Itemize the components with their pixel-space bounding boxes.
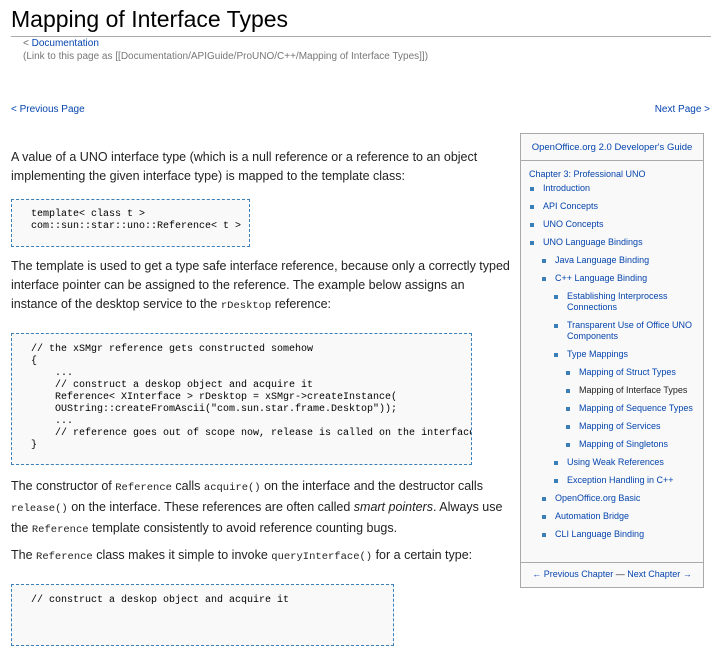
inline-code-release: release() — [11, 503, 68, 515]
toc-bullet-icon — [554, 295, 558, 299]
sidebar-toc-item[interactable]: CLI Language Binding — [521, 529, 703, 540]
toc-bullet-icon — [530, 205, 534, 209]
next-chapter-link[interactable]: Next Chapter → — [627, 569, 692, 579]
sidebar-toc-item-label: Introduction — [543, 183, 591, 193]
sidebar-toc-item[interactable]: UNO Concepts — [521, 219, 703, 230]
sidebar-toc-item[interactable]: Mapping of Interface Types — [521, 385, 703, 396]
sidebar-toc-item-label: Exception Handling in C++ — [567, 475, 674, 485]
sidebar-toc-item[interactable]: C++ Language Binding — [521, 273, 703, 284]
toc-bullet-icon — [566, 389, 570, 393]
emphasis-smart-pointers: smart pointers — [353, 500, 433, 514]
sidebar-toc-item-label: UNO Language Bindings — [543, 237, 643, 247]
sidebar-toc-item[interactable]: API Concepts — [521, 201, 703, 212]
paragraph-smart-pointers: The constructor of Reference calls acqui… — [11, 477, 511, 540]
sidebar-chapter-link[interactable]: Chapter 3: Professional UNO — [529, 169, 646, 179]
title-divider — [11, 36, 711, 37]
toc-bullet-icon — [554, 461, 558, 465]
paragraph-text: calls — [171, 479, 204, 493]
paragraph-text: The constructor of — [11, 479, 116, 493]
paragraph-text: for a certain type: — [372, 548, 473, 562]
sidebar-toc-item-label: Mapping of Interface Types — [579, 385, 688, 395]
toc-bullet-icon — [530, 187, 534, 191]
sidebar-guide-title-link[interactable]: OpenOffice.org 2.0 Developer's Guide — [532, 142, 693, 153]
paragraph-text: on the interface. These references are o… — [67, 500, 354, 514]
sidebar-toc-item[interactable]: Transparent Use of Office UNO Components — [521, 320, 703, 342]
toc-bullet-icon — [542, 533, 546, 537]
sidebar-toc-item-label: Transparent Use of Office UNO Components — [567, 320, 693, 341]
sidebar-toc-item-label: OpenOffice.org Basic — [555, 493, 641, 503]
sidebar-toc-item-label: Establishing Interprocess Connections — [567, 291, 668, 312]
inline-code-reference: Reference — [115, 482, 172, 494]
toc-bullet-icon — [566, 407, 570, 411]
sidebar-toc-item[interactable]: Java Language Binding — [521, 255, 703, 266]
sidebar-toc-item-label: UNO Concepts — [543, 219, 604, 229]
paragraph-text: template consistently to avoid reference… — [88, 521, 398, 535]
code-block-template: template< class t > com::sun::star::uno:… — [11, 199, 250, 247]
paragraph-template-usage: The template is used to get a type safe … — [11, 257, 511, 316]
sidebar-toc-item-label: Mapping of Sequence Types — [579, 403, 693, 413]
toc-bullet-icon — [566, 443, 570, 447]
sidebar-chapter-nav: ← Previous Chapter — Next Chapter → — [521, 562, 703, 579]
sidebar-toc-item-label: Java Language Binding — [555, 255, 650, 265]
sidebar-toc-item[interactable]: Establishing Interprocess Connections — [521, 291, 703, 313]
toc-bullet-icon — [542, 497, 546, 501]
inline-code-queryinterface: queryInterface() — [271, 551, 373, 563]
sidebar-toc-item[interactable]: Mapping of Services — [521, 421, 703, 432]
breadcrumb-chevron-icon: < — [23, 38, 29, 49]
sidebar-toc-item-label: CLI Language Binding — [555, 529, 645, 539]
toc-bullet-icon — [542, 515, 546, 519]
inline-code-acquire: acquire() — [203, 482, 261, 494]
previous-page-link[interactable]: < Previous Page — [11, 104, 85, 115]
sidebar-toc-item-label: Mapping of Singletons — [579, 439, 669, 449]
code-block-query-example: // construct a deskop object and acquire… — [11, 584, 394, 646]
toc-bullet-icon — [530, 241, 534, 245]
sidebar-toc-item[interactable]: Mapping of Struct Types — [521, 367, 703, 378]
sidebar-toc-item-label: Type Mappings — [567, 349, 629, 359]
sidebar-toc-item[interactable]: Introduction — [521, 183, 703, 194]
toc-bullet-icon — [566, 371, 570, 375]
inline-code-rdesktop: rDesktop — [220, 300, 272, 312]
sidebar-toc-item[interactable]: Type Mappings — [521, 349, 703, 360]
paragraph-text: on the interface and the destructor call… — [260, 479, 483, 493]
sidebar-toc-item[interactable]: Mapping of Singletons — [521, 439, 703, 450]
sidebar-toc-item-label: Using Weak References — [567, 457, 664, 467]
article-body: A value of a UNO interface type (which i… — [11, 148, 511, 646]
toc-bullet-icon — [566, 425, 570, 429]
toc-bullet-icon — [554, 479, 558, 483]
sidebar-toc-item[interactable]: Automation Bridge — [521, 511, 703, 522]
paragraph-intro: A value of a UNO interface type (which i… — [11, 150, 478, 183]
page-link-hint: (Link to this page as [[Documentation/AP… — [23, 51, 429, 62]
sidebar-toc-item-label: C++ Language Binding — [555, 273, 648, 283]
toc-bullet-icon — [542, 277, 546, 281]
paragraph-query-interface: The Reference class makes it simple to i… — [11, 546, 511, 567]
paragraph-text: reference: — [271, 297, 332, 311]
breadcrumb: < Documentation — [23, 38, 99, 50]
sidebar-toc-item-label: Mapping of Services — [579, 421, 661, 431]
sidebar-toc-item-label: API Concepts — [543, 201, 599, 211]
sidebar-toc-item[interactable]: OpenOffice.org Basic — [521, 493, 703, 504]
paragraph-text: The — [11, 548, 37, 562]
sidebar-toc-list: Introduction API Concepts UNO Concepts UNO … — [521, 183, 703, 540]
paragraph-text: class makes it simple to invoke — [92, 548, 272, 562]
next-page-link[interactable]: Next Page > — [655, 104, 710, 115]
sidebar-toc-item[interactable]: Exception Handling in C++ — [521, 475, 703, 486]
sidebar-toc-item-label: Mapping of Struct Types — [579, 367, 676, 377]
sidebar-toc-item[interactable]: Using Weak References — [521, 457, 703, 468]
inline-code-reference: Reference — [31, 524, 89, 536]
toc-bullet-icon — [542, 259, 546, 263]
toc-bullet-icon — [554, 353, 558, 357]
chapter-nav-separator: — — [615, 569, 625, 579]
previous-chapter-link[interactable]: ← Previous Chapter — [532, 569, 613, 579]
developers-guide-sidebar: OpenOffice.org 2.0 Developer's Guide Cha… — [520, 133, 704, 588]
sidebar-toc-item[interactable]: UNO Language Bindings — [521, 237, 703, 248]
code-block-desktop-example: // the xSMgr reference gets constructed … — [11, 333, 472, 465]
breadcrumb-documentation-link[interactable]: Documentation — [32, 38, 99, 49]
page-title: Mapping of Interface Types — [11, 6, 289, 32]
sidebar-toc-item[interactable]: Mapping of Sequence Types — [521, 403, 703, 414]
toc-bullet-icon — [530, 223, 534, 227]
sidebar-toc-item-label: Automation Bridge — [555, 511, 630, 521]
inline-code-reference: Reference — [36, 551, 93, 563]
toc-bullet-icon — [554, 324, 558, 328]
